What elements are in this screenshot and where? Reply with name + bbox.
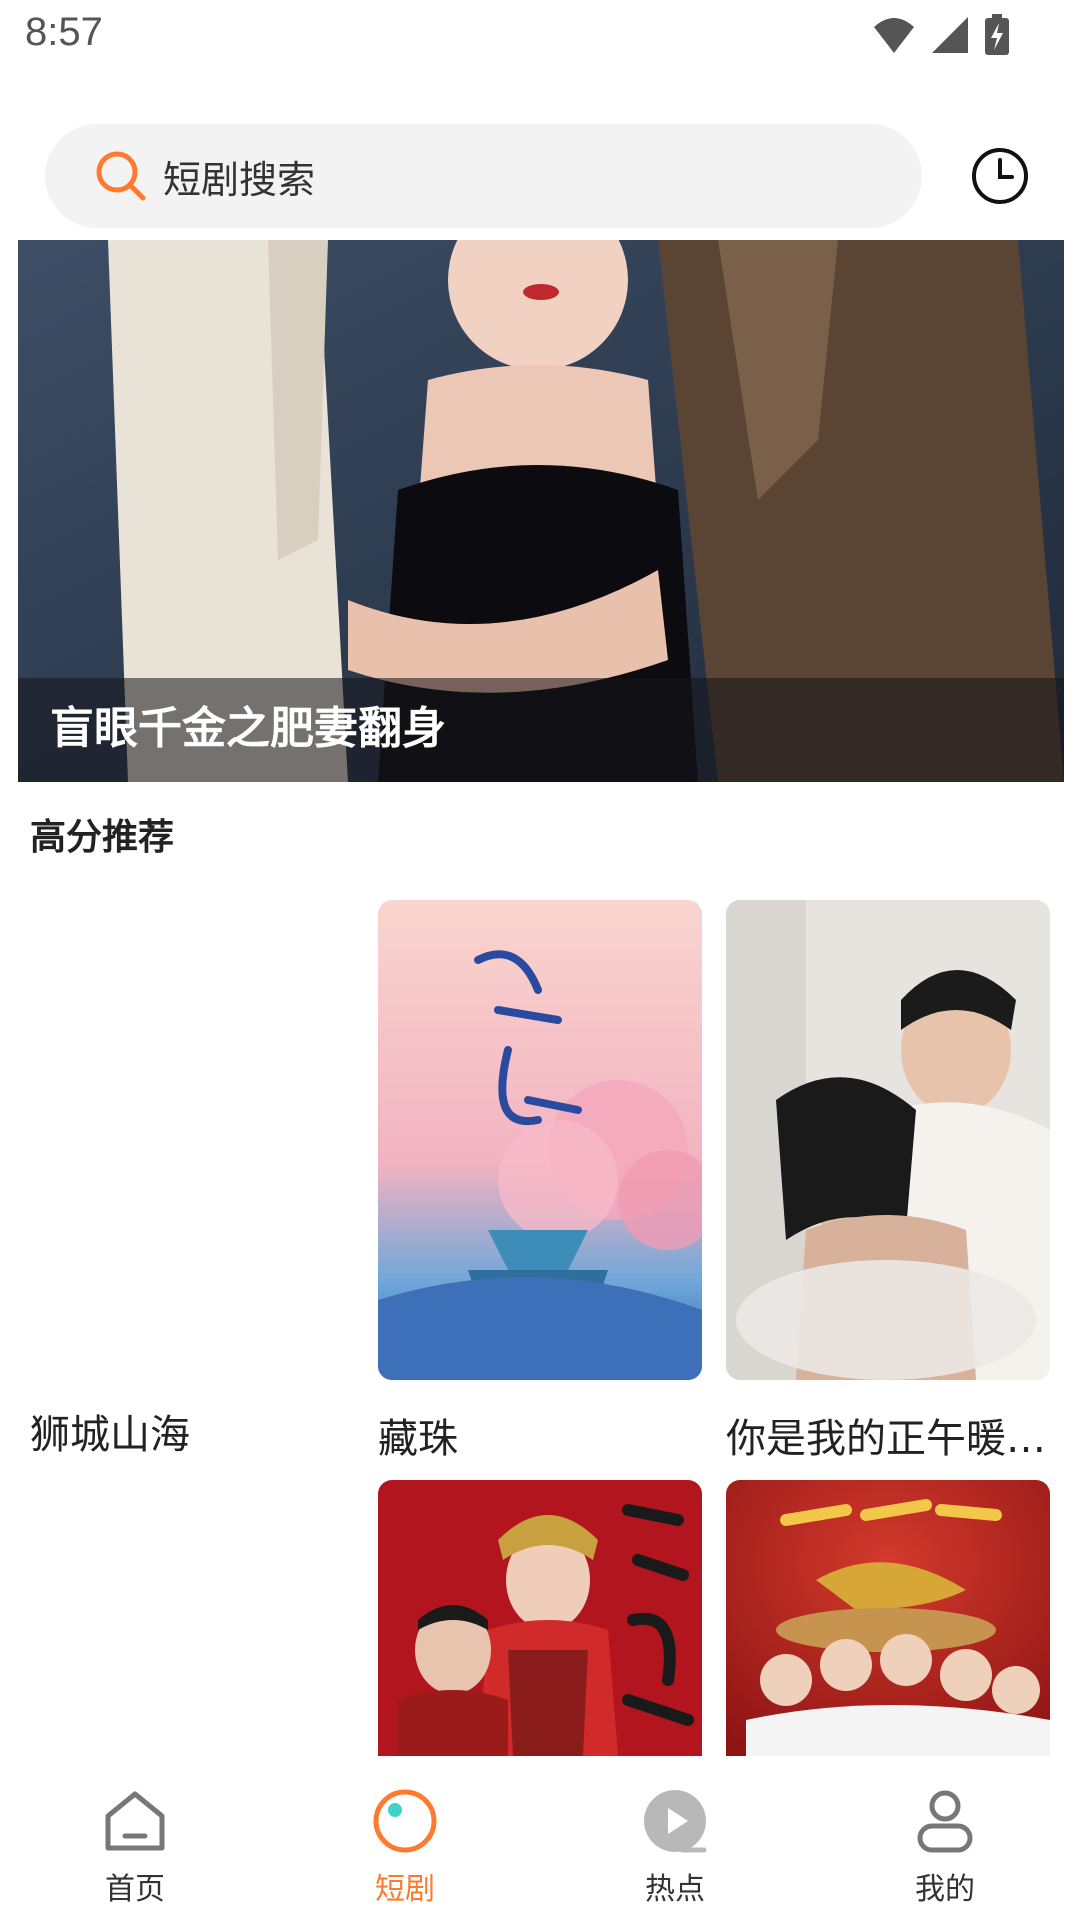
- drama-card[interactable]: [726, 1480, 1050, 1760]
- drama-poster-image: [726, 1480, 1050, 1756]
- search-icon: [96, 151, 146, 201]
- tab-label: 热点: [645, 1872, 705, 1907]
- play-icon: [644, 1790, 707, 1853]
- tab-trending[interactable]: 热点: [540, 1756, 810, 1920]
- tab-label: 首页: [105, 1872, 165, 1907]
- tab-profile[interactable]: 我的: [810, 1756, 1080, 1920]
- drama-poster-placeholder: [30, 1480, 354, 1756]
- tab-label: 我的: [915, 1872, 975, 1907]
- history-clock-icon[interactable]: [970, 146, 1030, 206]
- drama-poster-image: [378, 1480, 702, 1756]
- drama-card[interactable]: [30, 1480, 354, 1756]
- drama-title: 狮城山海: [30, 1412, 190, 1458]
- section-title: 高分推荐: [30, 817, 175, 858]
- tab-short-drama[interactable]: 短剧: [270, 1756, 540, 1920]
- drama-card[interactable]: 狮城山海: [30, 900, 354, 1460]
- drama-title: 你是我的正午暖…: [726, 1416, 1046, 1462]
- banner-title: 盲眼千金之肥妻翻身: [50, 703, 446, 754]
- drama-card[interactable]: 藏珠: [378, 900, 718, 1464]
- search-row: 短剧搜索: [0, 120, 1080, 230]
- drama-poster-image: [378, 900, 718, 1380]
- home-icon: [105, 1791, 165, 1851]
- battery-icon: [985, 14, 1009, 55]
- drama-card[interactable]: 你是我的正午暖…: [726, 900, 1050, 1464]
- signal-icon: [932, 17, 968, 53]
- search-input[interactable]: 短剧搜索: [45, 124, 922, 228]
- featured-banner[interactable]: 盲眼千金之肥妻翻身: [18, 240, 1064, 782]
- search-placeholder: 短剧搜索: [163, 157, 316, 202]
- bottom-tab-bar: 首页 短剧 热点 我的: [0, 1756, 1080, 1920]
- wifi-icon: [874, 18, 914, 53]
- drama-poster-placeholder: [30, 900, 354, 1380]
- tab-label: 短剧: [375, 1872, 435, 1907]
- status-icons: [872, 14, 1010, 56]
- drama-title: 藏珠: [378, 1416, 458, 1462]
- short-drama-icon: [373, 1789, 437, 1853]
- status-bar: 8:57: [0, 0, 1080, 76]
- drama-card[interactable]: [378, 1480, 702, 1760]
- tab-home[interactable]: 首页: [0, 1756, 270, 1920]
- status-time: 8:57: [25, 10, 103, 54]
- profile-icon: [917, 1790, 973, 1853]
- drama-poster-image: [726, 900, 1050, 1380]
